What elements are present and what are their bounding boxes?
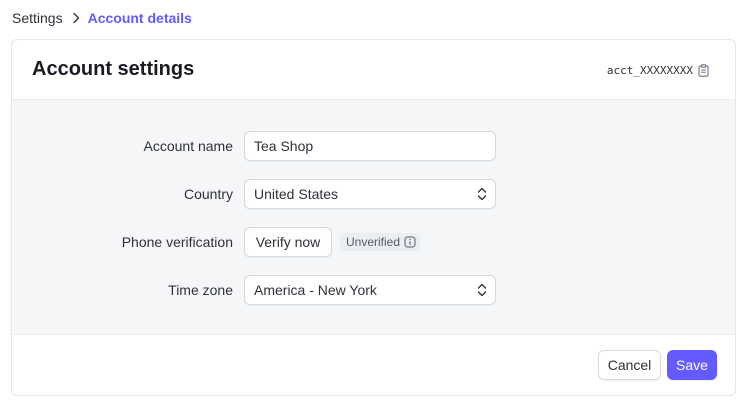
- settings-form: Account name Country United States Phone…: [12, 100, 735, 335]
- account-name-field[interactable]: [244, 131, 496, 161]
- account-name-label: Account name: [143, 138, 234, 154]
- clipboard-icon[interactable]: [698, 64, 709, 77]
- account-id: acct_XXXXXXXX: [607, 64, 709, 77]
- breadcrumb: Settings Account details: [12, 9, 192, 27]
- breadcrumb-account-details-link[interactable]: Account details: [88, 10, 192, 26]
- phone-verification-label: Phone verification: [121, 234, 233, 250]
- card-footer: Cancel Save: [12, 335, 735, 395]
- verify-now-button[interactable]: Verify now: [244, 227, 332, 257]
- account-name-row: Account name: [12, 131, 735, 161]
- account-settings-card: Account settings acct_XXXXXXXX Account n…: [11, 39, 736, 396]
- time-zone-row: Time zone America - New York: [12, 275, 735, 305]
- account-name-input[interactable]: [254, 138, 495, 154]
- time-zone-select[interactable]: America - New York: [244, 275, 496, 305]
- status-badge-text: Unverified: [346, 235, 401, 249]
- save-button[interactable]: Save: [667, 350, 717, 380]
- card-header: Account settings acct_XXXXXXXX: [12, 40, 735, 100]
- country-select[interactable]: United States: [244, 179, 496, 209]
- country-selected-value: United States: [254, 186, 339, 202]
- breadcrumb-settings-link[interactable]: Settings: [12, 10, 63, 26]
- country-label: Country: [183, 186, 233, 202]
- time-zone-label: Time zone: [168, 282, 233, 298]
- status-badge: Unverified: [340, 233, 421, 251]
- time-zone-selected-value: America - New York: [254, 282, 377, 298]
- page-title: Account settings: [32, 58, 195, 80]
- phone-verification-row: Phone verification Verify now Unverified: [12, 227, 735, 257]
- info-icon[interactable]: [404, 236, 416, 248]
- account-id-text: acct_XXXXXXXX: [606, 64, 693, 77]
- chevron-right-icon: [72, 12, 80, 24]
- select-chevrons-icon: [477, 283, 487, 297]
- country-row: Country United States: [12, 179, 735, 209]
- cancel-button[interactable]: Cancel: [598, 350, 661, 380]
- select-chevrons-icon: [477, 187, 487, 201]
